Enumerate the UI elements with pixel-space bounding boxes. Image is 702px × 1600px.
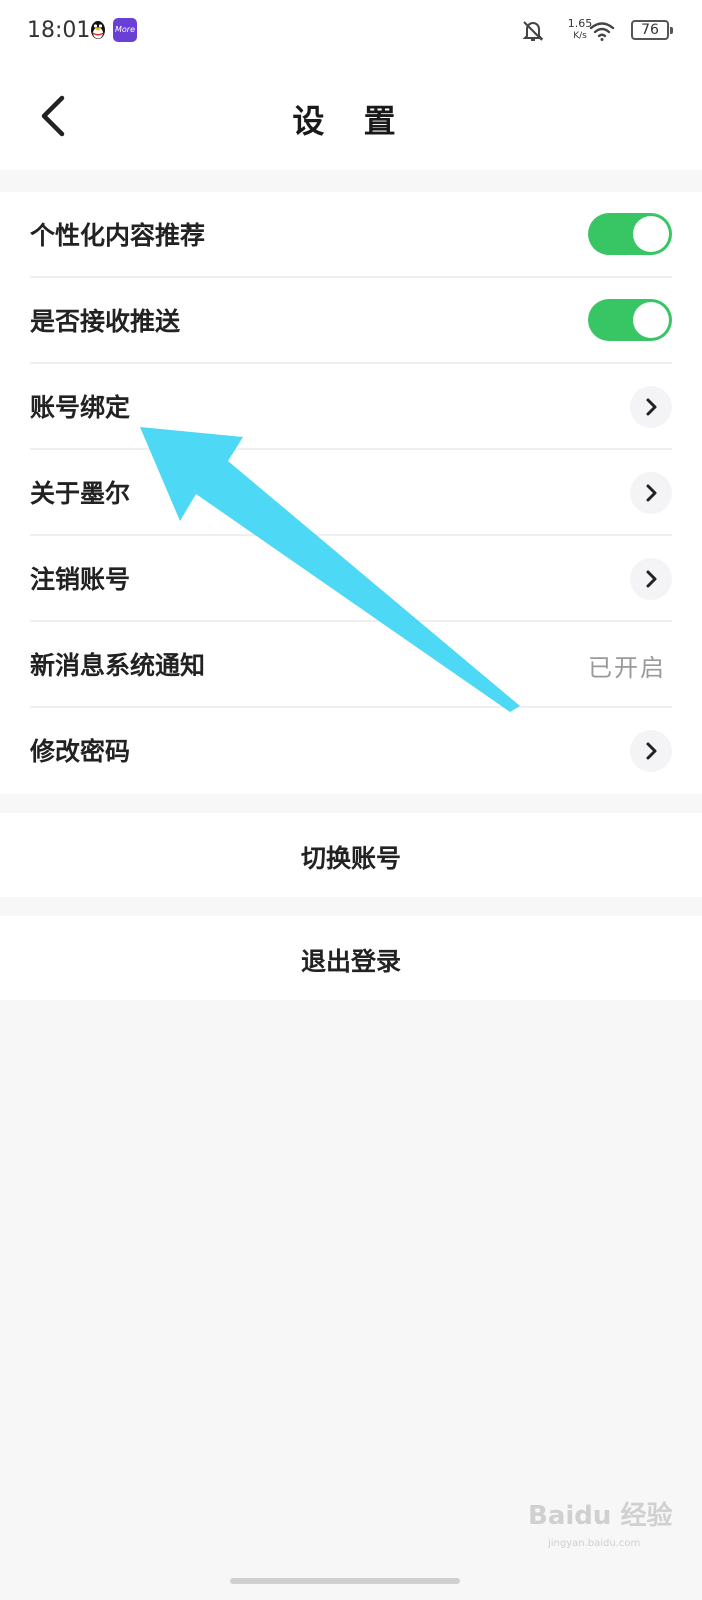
logout-button[interactable]: 退出登录: [0, 916, 702, 1000]
chevron-right-icon: [630, 386, 672, 428]
watermark-url: jingyan.baidu.com: [548, 1538, 641, 1549]
setting-label: 关于墨尔: [30, 479, 131, 508]
battery-level: 76: [641, 22, 659, 38]
chevron-right-icon: [630, 558, 672, 600]
setting-label: 账号绑定: [30, 393, 131, 422]
setting-receive-push: 是否接收推送: [30, 278, 672, 364]
qq-icon: [86, 18, 110, 42]
receive-push-toggle[interactable]: [588, 299, 672, 341]
bell-muted-icon: [520, 18, 546, 48]
setting-label: 个性化内容推荐: [30, 221, 206, 250]
home-indicator[interactable]: [230, 1578, 460, 1584]
setting-account-binding[interactable]: 账号绑定: [30, 364, 672, 450]
battery-icon: 76: [631, 20, 673, 40]
setting-label: 注销账号: [30, 565, 131, 594]
header: 设 置: [0, 62, 702, 170]
wifi-icon: [588, 19, 616, 47]
setting-deactivate-account[interactable]: 注销账号: [30, 536, 672, 622]
setting-about[interactable]: 关于墨尔: [30, 450, 672, 536]
setting-label: 是否接收推送: [30, 307, 181, 336]
notification-status: 已开启: [588, 654, 666, 682]
switch-account-label: 切换账号: [300, 844, 401, 873]
status-bar: 18:01 More 1.65 K/s 76: [0, 0, 702, 62]
mora-icon: More: [113, 18, 137, 42]
chevron-right-icon: [630, 472, 672, 514]
setting-label: 新消息系统通知: [30, 651, 206, 680]
chevron-right-icon: [630, 730, 672, 772]
setting-change-password[interactable]: 修改密码: [30, 708, 672, 794]
personalized-recommendation-toggle[interactable]: [588, 213, 672, 255]
clock: 18:01: [27, 18, 91, 43]
setting-label: 修改密码: [30, 737, 131, 766]
switch-account-button[interactable]: 切换账号: [0, 813, 702, 897]
setting-new-message-notification[interactable]: 新消息系统通知 已开启: [30, 622, 672, 708]
setting-personalized-recommendation: 个性化内容推荐: [30, 192, 672, 278]
baidu-jingyan-watermark: Baidu 经验: [528, 1501, 673, 1531]
toggle-knob: [633, 216, 669, 252]
logout-label: 退出登录: [300, 947, 401, 976]
settings-list: 个性化内容推荐 是否接收推送 账号绑定 关于墨尔 注销账号 新消息系统通知 已开…: [0, 192, 702, 794]
page-title: 设 置: [292, 102, 410, 140]
toggle-knob: [633, 302, 669, 338]
